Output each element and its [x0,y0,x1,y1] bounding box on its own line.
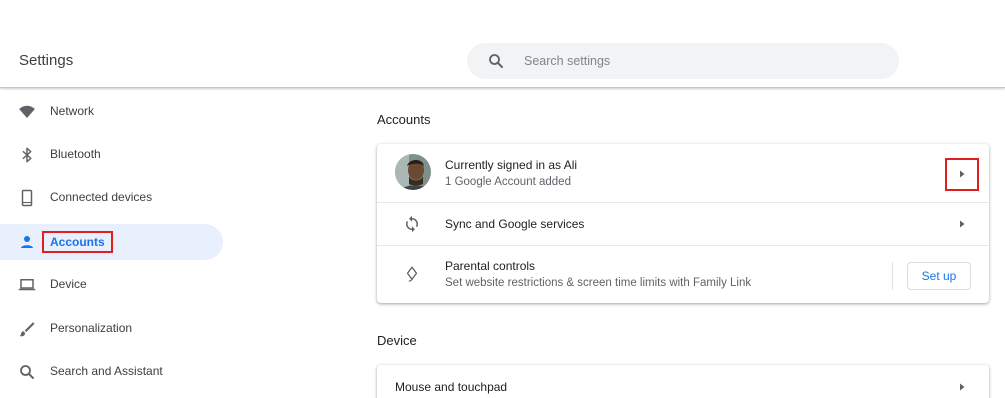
header-bar: Settings Search settings [0,0,1005,88]
sidebar-item-device[interactable]: Device [0,267,223,303]
search-input[interactable]: Search settings [467,43,899,79]
parental-secondary: Set website restrictions & screen time l… [445,277,752,289]
sync-row[interactable]: Sync and Google services [377,203,989,245]
parental-primary: Parental controls [445,259,536,273]
accounts-card: Currently signed in as Ali 1 Google Acco… [377,144,989,303]
set-up-button[interactable]: Set up [907,262,971,290]
arrow-right-icon[interactable] [957,382,967,392]
sidebar-item-search-and-assistant[interactable]: Search and Assistant [0,354,223,390]
sidebar-item-bluetooth[interactable]: Bluetooth [0,137,223,173]
device-section-title: Device [377,333,417,348]
sidebar-item-label: Search and Assistant [50,364,163,378]
arrow-right-icon[interactable] [957,169,967,179]
mouse-and-touchpad-row[interactable]: Mouse and touchpad [377,365,989,398]
search-icon [20,365,34,379]
phone-icon [21,189,33,207]
search-placeholder: Search settings [524,54,611,68]
sidebar-item-label: Connected devices [50,190,153,204]
kite-icon [406,266,418,282]
divider [892,262,893,290]
sidebar-item-label: Personalization [50,321,133,335]
avatar [395,154,431,190]
signed-in-row[interactable]: Currently signed in as Ali 1 Google Acco… [377,144,989,202]
sidebar-item-personalization[interactable]: Personalization [0,311,223,347]
sidebar-item-label: Device [50,277,87,291]
arrow-right-icon[interactable] [957,219,967,229]
bluetooth-icon [22,147,32,163]
parental-controls-row: Parental controls Set website restrictio… [377,246,989,303]
sidebar-item-network[interactable]: Network [0,94,223,130]
search-icon [489,54,503,68]
sidebar-item-accounts[interactable]: Accounts [0,224,223,260]
person-icon [21,236,33,248]
device-card: Mouse and touchpad [377,365,989,398]
sidebar-item-label: Accounts [50,235,105,249]
app-title: Settings [19,52,74,69]
wifi-icon [19,105,35,118]
sidebar: Network Bluetooth Connected devices Acco… [0,89,240,398]
sidebar-item-label: Bluetooth [50,147,101,161]
main-content: Accounts Currently signed in as Ali 1 Go… [377,89,989,398]
laptop-icon [18,279,36,291]
sidebar-item-connected-devices[interactable]: Connected devices [0,180,223,216]
sync-icon [406,215,418,233]
sidebar-item-label: Network [50,104,95,118]
signed-in-secondary: 1 Google Account added [445,176,571,188]
mouse-primary: Mouse and touchpad [395,380,508,394]
sync-primary: Sync and Google services [445,217,585,231]
brush-icon [19,322,35,337]
signed-in-primary: Currently signed in as Ali [445,158,578,172]
accounts-section-title: Accounts [377,112,431,127]
